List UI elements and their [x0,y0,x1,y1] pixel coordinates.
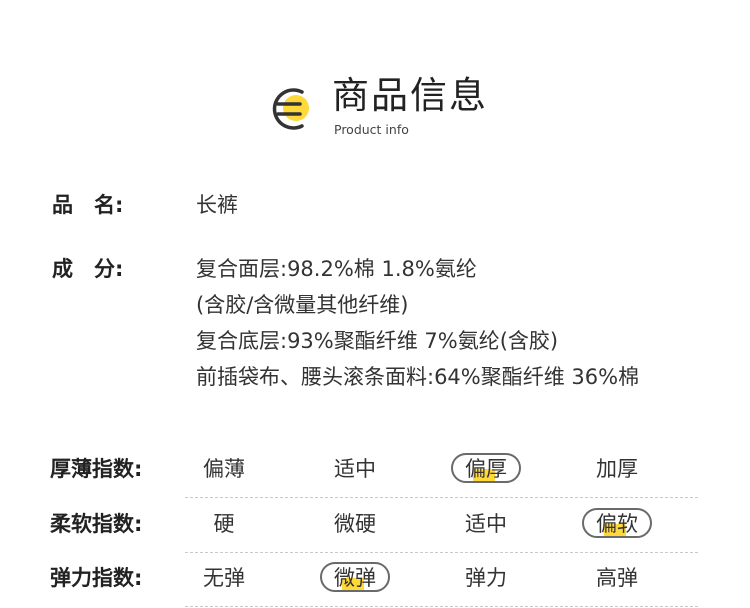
softness-index-row: 柔软指数: 硬 微硬 适中 偏软 [0,508,750,554]
elasticity-option: 微弹 [318,562,392,592]
composition-line: 复合面层:98.2%棉 1.8%氨纶 [196,257,477,281]
product-name-value: 长裤 [196,193,238,217]
elasticity-option: 无弹 [203,566,245,590]
dashed-divider [185,497,698,498]
document-list-icon [272,88,309,130]
softness-option: 偏软 [580,508,654,538]
thickness-index-row: 厚薄指数: 偏薄 适中 偏厚 加厚 [0,453,750,499]
thickness-index-label: 厚薄指数: [50,457,143,481]
elasticity-option: 高弹 [596,566,638,590]
dashed-divider [185,552,698,553]
elasticity-index-row: 弹力指数: 无弹 微弹 弹力 高弹 [0,562,750,608]
thickness-option: 偏厚 [449,453,523,483]
page-subtitle: Product info [334,122,409,137]
composition-line: 前插袋布、腰头滚条面料:64%聚酯纤维 36%棉 [196,365,640,389]
composition-line: 复合底层:93%聚酯纤维 7%氨纶(含胶) [196,329,559,353]
thickness-option: 偏薄 [203,457,245,481]
thickness-option: 适中 [334,457,376,481]
softness-index-label: 柔软指数: [50,512,143,536]
softness-option: 硬 [213,512,235,536]
thickness-option: 加厚 [596,457,638,481]
softness-option: 微硬 [334,512,376,536]
page-title: 商品信息 [332,74,488,117]
product-name-label: 品 名: [52,193,124,217]
composition-line: (含胶/含微量其他纤维) [196,293,409,317]
dashed-divider [185,606,698,607]
elasticity-option: 弹力 [465,566,507,590]
composition-label: 成 分: [52,257,124,281]
softness-option: 适中 [465,512,507,536]
elasticity-index-label: 弹力指数: [50,566,143,590]
product-info-header: 商品信息 Product info [0,0,750,150]
